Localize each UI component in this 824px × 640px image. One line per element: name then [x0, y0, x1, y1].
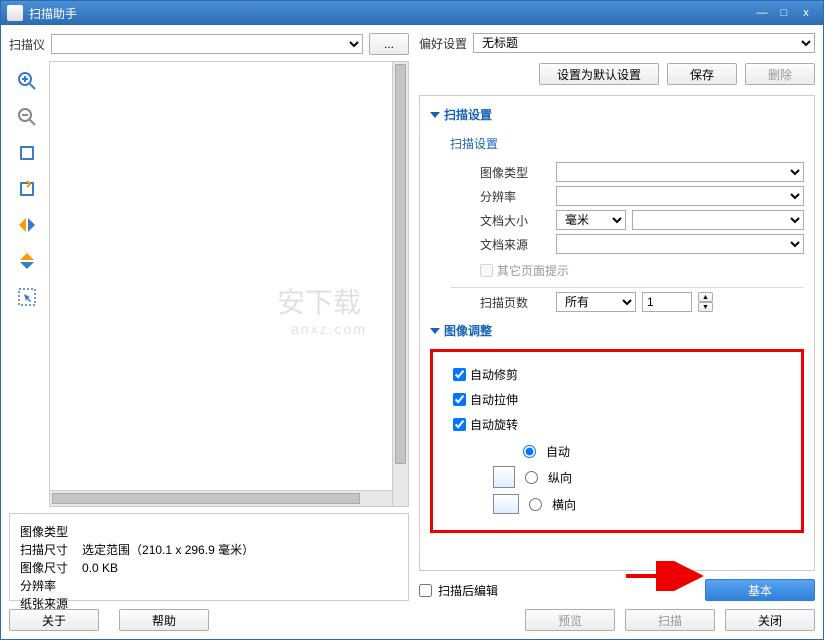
chevron-down-icon	[430, 328, 440, 334]
preview-area[interactable]	[49, 61, 409, 507]
about-button[interactable]: 关于	[9, 609, 99, 631]
minimize-button[interactable]: —	[751, 5, 773, 21]
page-count-down[interactable]: ▼	[698, 302, 713, 312]
preview-scrollbar-horizontal[interactable]	[50, 490, 392, 506]
other-page-hint-label: 其它页面提示	[497, 262, 569, 279]
close-button[interactable]: x	[795, 5, 817, 21]
window-title: 扫描助手	[29, 5, 751, 22]
info-resolution-label: 分辨率	[20, 578, 80, 594]
doc-source-label: 文档来源	[480, 236, 550, 253]
left-pane: 扫描仪 ...	[9, 33, 409, 631]
scan-button[interactable]: 扫描	[625, 609, 715, 631]
preview-scrollbar-vertical[interactable]	[392, 62, 408, 506]
page-count-up[interactable]: ▲	[698, 292, 713, 302]
rotate-right-icon[interactable]	[13, 175, 41, 203]
settings-panel: 扫描设置 扫描设置 图像类型 分辨率 文档大小	[419, 95, 815, 571]
landscape-icon	[493, 494, 519, 514]
orient-auto-radio[interactable]	[523, 445, 536, 458]
orient-portrait-radio[interactable]	[525, 471, 538, 484]
set-default-button[interactable]: 设置为默认设置	[539, 63, 659, 85]
info-scan-size-label: 扫描尺寸	[20, 542, 80, 558]
scan-settings-subgroup[interactable]: 扫描设置	[450, 129, 804, 158]
info-image-size-value: 0.0 KB	[82, 560, 266, 576]
page-count-mode-select[interactable]: 所有	[556, 292, 636, 312]
orient-portrait-label: 纵向	[548, 469, 572, 486]
info-box: 图像类型 扫描尺寸选定范围（210.1 x 296.9 毫米） 图像尺寸0.0 …	[9, 513, 409, 601]
flip-horizontal-icon[interactable]	[13, 211, 41, 239]
preview-button[interactable]: 预览	[525, 609, 615, 631]
app-icon	[7, 5, 23, 21]
resolution-label: 分辨率	[480, 188, 550, 205]
resolution-select[interactable]	[556, 186, 804, 206]
auto-rotate-checkbox[interactable]	[453, 418, 466, 431]
orient-landscape-radio[interactable]	[529, 498, 542, 511]
chevron-down-icon	[430, 112, 440, 118]
titlebar: 扫描助手 — □ x	[1, 1, 823, 25]
delete-pref-button[interactable]: 删除	[745, 63, 815, 85]
zoom-in-icon[interactable]	[13, 67, 41, 95]
doc-size-select[interactable]	[632, 210, 804, 230]
scanner-browse-button[interactable]: ...	[369, 33, 409, 55]
doc-size-label: 文档大小	[480, 212, 550, 229]
scanner-select[interactable]	[51, 34, 363, 54]
image-type-label: 图像类型	[480, 164, 550, 181]
page-count-label: 扫描页数	[480, 294, 550, 311]
auto-stretch-checkbox[interactable]	[453, 393, 466, 406]
doc-size-unit-select[interactable]: 毫米	[556, 210, 626, 230]
pref-select[interactable]: 无标题	[473, 33, 815, 53]
marquee-select-icon[interactable]	[13, 283, 41, 311]
save-pref-button[interactable]: 保存	[667, 63, 737, 85]
orient-landscape-label: 横向	[552, 496, 576, 513]
info-image-type-label: 图像类型	[20, 524, 80, 540]
pref-label: 偏好设置	[419, 35, 467, 52]
image-type-select[interactable]	[556, 162, 804, 182]
help-button[interactable]: 帮助	[119, 609, 209, 631]
highlight-box: 自动修剪 自动拉伸 自动旋转 自动	[430, 349, 804, 533]
auto-stretch-label: 自动拉伸	[470, 391, 518, 408]
maximize-button[interactable]: □	[773, 5, 795, 21]
auto-crop-label: 自动修剪	[470, 366, 518, 383]
auto-crop-checkbox[interactable]	[453, 368, 466, 381]
preview-toolbar	[9, 61, 45, 507]
edit-after-scan-checkbox[interactable]	[419, 584, 432, 597]
scan-settings-group[interactable]: 扫描设置	[430, 100, 804, 129]
info-scan-size-value: 选定范围（210.1 x 296.9 毫米）	[82, 542, 266, 558]
app-window: 扫描助手 — □ x 扫描仪 ...	[0, 0, 824, 640]
image-adjust-group[interactable]: 图像调整	[430, 316, 804, 345]
zoom-out-icon[interactable]	[13, 103, 41, 131]
basic-button[interactable]: 基本	[705, 579, 815, 601]
other-page-hint-checkbox	[480, 264, 493, 277]
right-pane: 偏好设置 无标题 设置为默认设置 保存 删除 扫描设置 扫描设置 图	[419, 33, 815, 631]
edit-after-scan-label: 扫描后编辑	[438, 582, 498, 599]
info-image-size-label: 图像尺寸	[20, 560, 80, 576]
portrait-icon	[493, 466, 515, 488]
orient-auto-label: 自动	[546, 443, 570, 460]
auto-rotate-label: 自动旋转	[470, 416, 518, 433]
page-count-input[interactable]	[642, 292, 692, 312]
flip-vertical-icon[interactable]	[13, 247, 41, 275]
scanner-label: 扫描仪	[9, 36, 45, 53]
close-app-button[interactable]: 关闭	[725, 609, 815, 631]
rotate-left-icon[interactable]	[13, 139, 41, 167]
doc-source-select[interactable]	[556, 234, 804, 254]
